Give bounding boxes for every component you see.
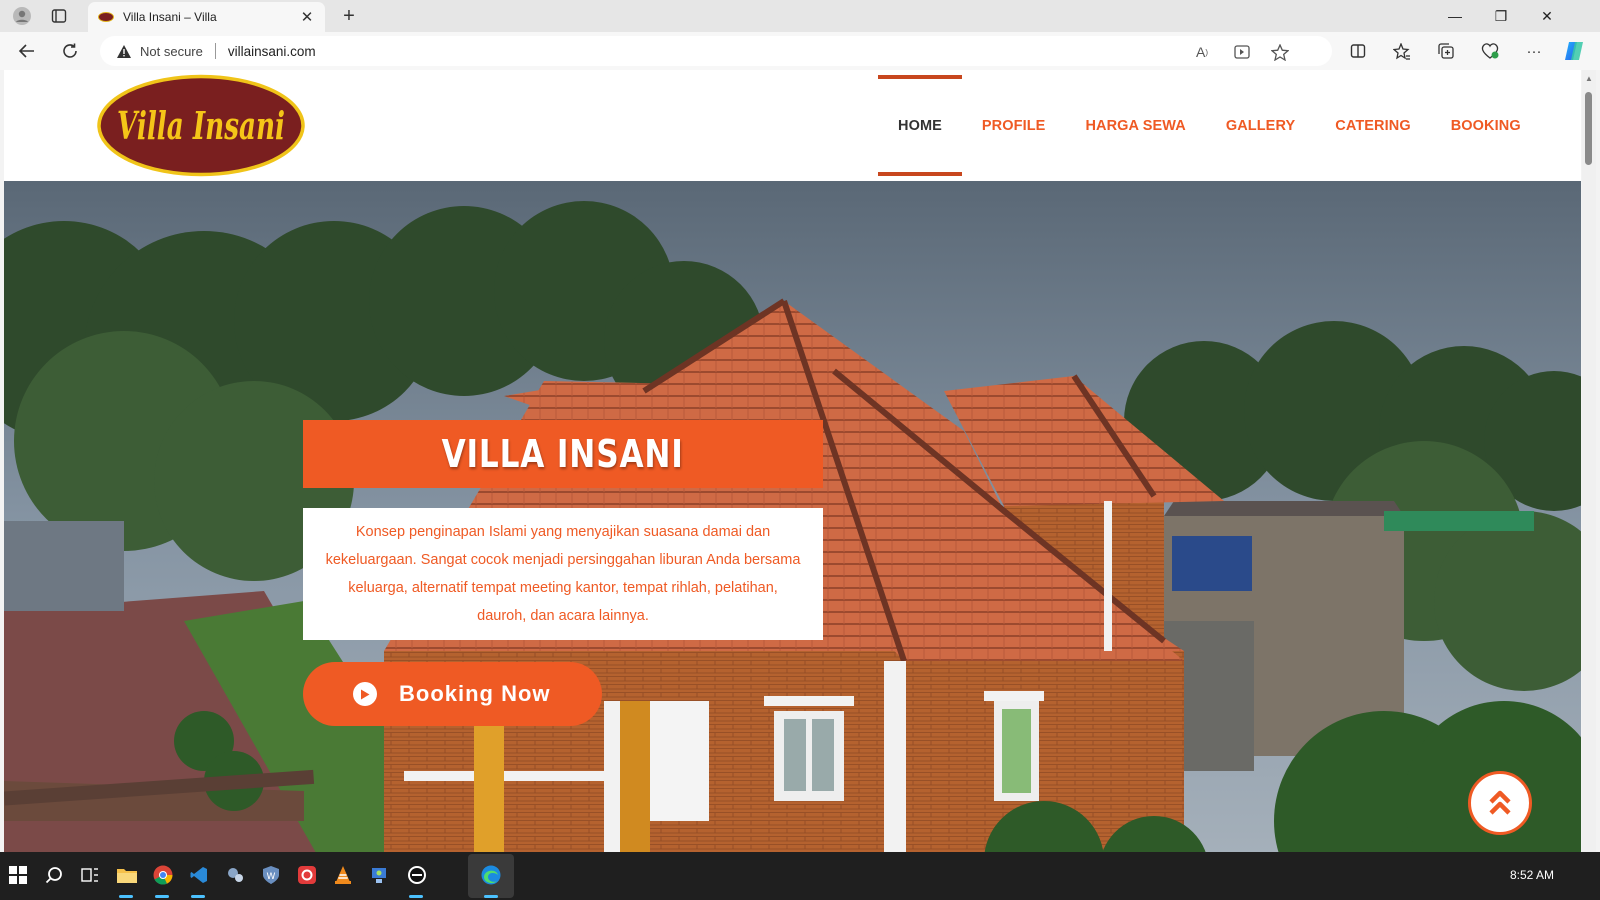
windows-start-icon[interactable] xyxy=(3,860,33,890)
vscode-icon[interactable] xyxy=(184,860,214,890)
tab-actions-icon[interactable] xyxy=(45,4,73,28)
app-black-circle-icon[interactable] xyxy=(402,860,432,890)
refresh-icon[interactable] xyxy=(55,38,85,64)
chrome-icon[interactable] xyxy=(148,860,178,890)
address-bar-row: Not secure villainsani.com A) ··· xyxy=(0,32,1600,70)
site-logo[interactable]: Villa Insani xyxy=(96,74,306,177)
edge-taskbar-button[interactable] xyxy=(468,854,514,898)
security-label[interactable]: Not secure xyxy=(140,44,203,59)
app-available-icon[interactable] xyxy=(1230,43,1254,61)
edge-active-indicator xyxy=(484,895,498,898)
booking-now-label: Booking Now xyxy=(399,681,551,706)
new-tab-icon[interactable]: + xyxy=(336,4,362,28)
search-icon[interactable] xyxy=(39,860,69,890)
app-shield-icon[interactable]: W xyxy=(256,860,286,890)
task-view-icon[interactable] xyxy=(75,860,105,890)
browser-essentials-icon[interactable] xyxy=(1478,40,1502,62)
site-header: Villa Insani HOME PROFILE HARGA SEWA GAL… xyxy=(4,70,1581,181)
site-favicon-icon xyxy=(98,12,114,22)
page-scrollbar[interactable]: ▲ ▼ xyxy=(1582,70,1596,867)
nav-gallery[interactable]: GALLERY xyxy=(1206,75,1315,176)
svg-text:Villa Insani: Villa Insani xyxy=(117,103,285,148)
nav-catering[interactable]: CATERING xyxy=(1315,75,1430,176)
app-network-icon[interactable] xyxy=(364,860,394,890)
minimize-icon[interactable]: — xyxy=(1432,0,1478,32)
edge-icon xyxy=(481,865,501,885)
scroll-up-icon[interactable]: ▲ xyxy=(1584,74,1594,84)
close-window-icon[interactable]: ✕ xyxy=(1524,0,1570,32)
app-gears-icon[interactable] xyxy=(220,860,250,890)
booking-now-button[interactable]: Booking Now xyxy=(303,662,602,726)
hero-description-box: Konsep penginapan Islami yang menyajikan… xyxy=(303,508,823,640)
favorites-icon[interactable] xyxy=(1390,40,1414,62)
url-text[interactable]: villainsani.com xyxy=(228,44,316,59)
tab-close-icon[interactable]: ✕ xyxy=(299,8,315,26)
back-icon[interactable] xyxy=(12,38,42,64)
nav-home[interactable]: HOME xyxy=(878,75,962,176)
vscode-running-indicator xyxy=(191,895,205,898)
file-explorer-icon[interactable] xyxy=(112,860,142,890)
browser-tab[interactable]: Villa Insani – Villa ✕ xyxy=(88,2,325,32)
address-separator xyxy=(214,43,216,59)
more-menu-icon[interactable]: ··· xyxy=(1522,40,1546,62)
hero-description: Konsep penginapan Islami yang menyajikan… xyxy=(325,524,801,624)
hero-section: VILLA INSANI Konsep penginapan Islami ya… xyxy=(4,181,1581,867)
copilot-icon[interactable] xyxy=(1562,40,1586,62)
play-icon xyxy=(353,682,377,706)
restore-icon[interactable]: ❐ xyxy=(1478,0,1524,32)
windows-taskbar: W 8:52 AM xyxy=(0,852,1600,900)
app-running-indicator xyxy=(409,895,423,898)
browser-tab-bar: Villa Insani – Villa ✕ + — ❐ ✕ xyxy=(0,0,1600,32)
nav-profile[interactable]: PROFILE xyxy=(962,75,1066,176)
profile-icon[interactable] xyxy=(8,4,36,28)
chrome-running-indicator xyxy=(155,895,169,898)
taskbar-clock[interactable]: 8:52 AM xyxy=(1510,868,1554,882)
nav-harga-sewa[interactable]: HARGA SEWA xyxy=(1065,75,1205,176)
scroll-thumb[interactable] xyxy=(1585,92,1592,165)
chevron-double-up-icon xyxy=(1489,790,1511,815)
svg-text:W: W xyxy=(267,872,276,882)
collections-icon[interactable] xyxy=(1434,40,1458,62)
back-to-top-button[interactable] xyxy=(1468,771,1532,835)
tab-title: Villa Insani – Villa xyxy=(123,10,217,24)
main-nav: HOME PROFILE HARGA SEWA GALLERY CATERING… xyxy=(878,75,1541,176)
favorite-star-icon[interactable] xyxy=(1268,43,1292,61)
hero-title: VILLA INSANI xyxy=(441,432,685,476)
app-red-icon[interactable] xyxy=(292,860,322,890)
warning-icon[interactable] xyxy=(116,43,132,59)
page-viewport: Villa Insani HOME PROFILE HARGA SEWA GAL… xyxy=(4,70,1581,867)
address-bar[interactable]: Not secure villainsani.com A) xyxy=(100,36,1332,66)
nav-booking[interactable]: BOOKING xyxy=(1431,75,1541,176)
explorer-running-indicator xyxy=(119,895,133,898)
split-screen-icon[interactable] xyxy=(1346,40,1370,62)
read-aloud-icon[interactable]: A) xyxy=(1190,43,1214,61)
vlc-icon[interactable] xyxy=(328,860,358,890)
hero-title-banner: VILLA INSANI xyxy=(303,420,823,488)
